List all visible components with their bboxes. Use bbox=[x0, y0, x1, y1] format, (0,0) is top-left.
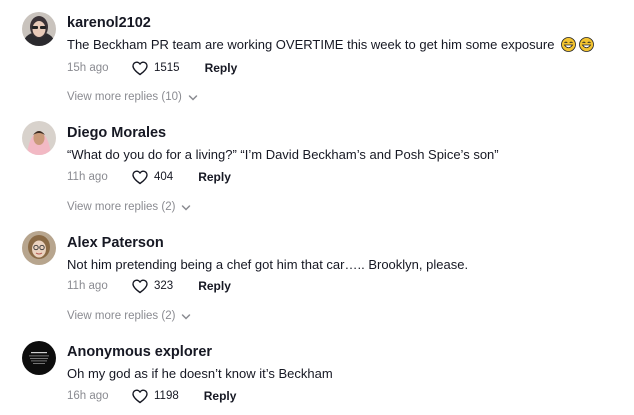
comment-username[interactable]: karenol2102 bbox=[67, 15, 151, 31]
reply-button[interactable]: Reply bbox=[198, 170, 231, 184]
view-more-label: View more replies (2) bbox=[67, 201, 176, 213]
like-button[interactable]: 1198 bbox=[132, 389, 179, 404]
reply-button[interactable]: Reply bbox=[205, 61, 238, 75]
heart-icon[interactable] bbox=[132, 61, 148, 76]
grinning-sweat-emoji-icon bbox=[561, 37, 576, 52]
avatar[interactable] bbox=[22, 341, 56, 375]
comment-timestamp: 11h ago bbox=[67, 280, 108, 292]
like-button[interactable]: 1515 bbox=[132, 61, 180, 76]
view-more-replies[interactable]: View more replies (2) bbox=[67, 310, 191, 322]
comment-username[interactable]: Alex Paterson bbox=[67, 235, 164, 251]
comment-timestamp: 11h ago bbox=[67, 171, 108, 183]
view-more-replies[interactable]: View more replies (2) bbox=[67, 201, 191, 213]
avatar[interactable] bbox=[22, 121, 56, 155]
heart-icon[interactable] bbox=[132, 389, 148, 404]
comment-meta: 11h ago 323 Reply bbox=[67, 277, 231, 295]
reply-button[interactable]: Reply bbox=[198, 279, 231, 293]
comment-text: Oh my god as if he doesn’t know it’s Bec… bbox=[67, 366, 333, 381]
comment-text: The Beckham PR team are working OVERTIME… bbox=[67, 37, 594, 52]
comment-meta: 15h ago 1515 Reply bbox=[67, 59, 237, 77]
comment-text: Not him pretending being a chef got him … bbox=[67, 257, 469, 272]
like-count: 1198 bbox=[154, 390, 179, 402]
comment-text: “What do you do for a living?” “I’m Davi… bbox=[67, 147, 499, 162]
comment-timestamp: 15h ago bbox=[67, 62, 109, 74]
reply-button[interactable]: Reply bbox=[204, 389, 237, 403]
comment-username[interactable]: Diego Morales bbox=[67, 125, 166, 141]
avatar[interactable] bbox=[22, 12, 56, 46]
view-more-replies[interactable]: View more replies (10) bbox=[67, 91, 198, 103]
like-button[interactable]: 404 bbox=[132, 170, 173, 185]
comment-text-body: The Beckham PR team are working OVERTIME… bbox=[67, 37, 555, 52]
avatar[interactable] bbox=[22, 231, 56, 265]
comment-username[interactable]: Anonymous explorer bbox=[67, 344, 212, 360]
comment-timestamp: 16h ago bbox=[67, 390, 109, 402]
heart-icon[interactable] bbox=[132, 279, 148, 294]
like-count: 323 bbox=[154, 280, 174, 292]
chevron-down-icon bbox=[181, 203, 191, 211]
comment-meta: 16h ago 1198 Reply bbox=[67, 387, 236, 405]
chevron-down-icon bbox=[188, 93, 198, 101]
grinning-sweat-emoji-icon bbox=[579, 37, 594, 52]
like-count: 1515 bbox=[154, 62, 180, 74]
view-more-label: View more replies (10) bbox=[67, 91, 182, 103]
heart-icon[interactable] bbox=[132, 170, 148, 185]
view-more-label: View more replies (2) bbox=[67, 310, 176, 322]
chevron-down-icon bbox=[181, 312, 191, 320]
like-button[interactable]: 323 bbox=[132, 279, 173, 294]
like-count: 404 bbox=[154, 171, 174, 183]
comment-meta: 11h ago 404 Reply bbox=[67, 168, 231, 186]
